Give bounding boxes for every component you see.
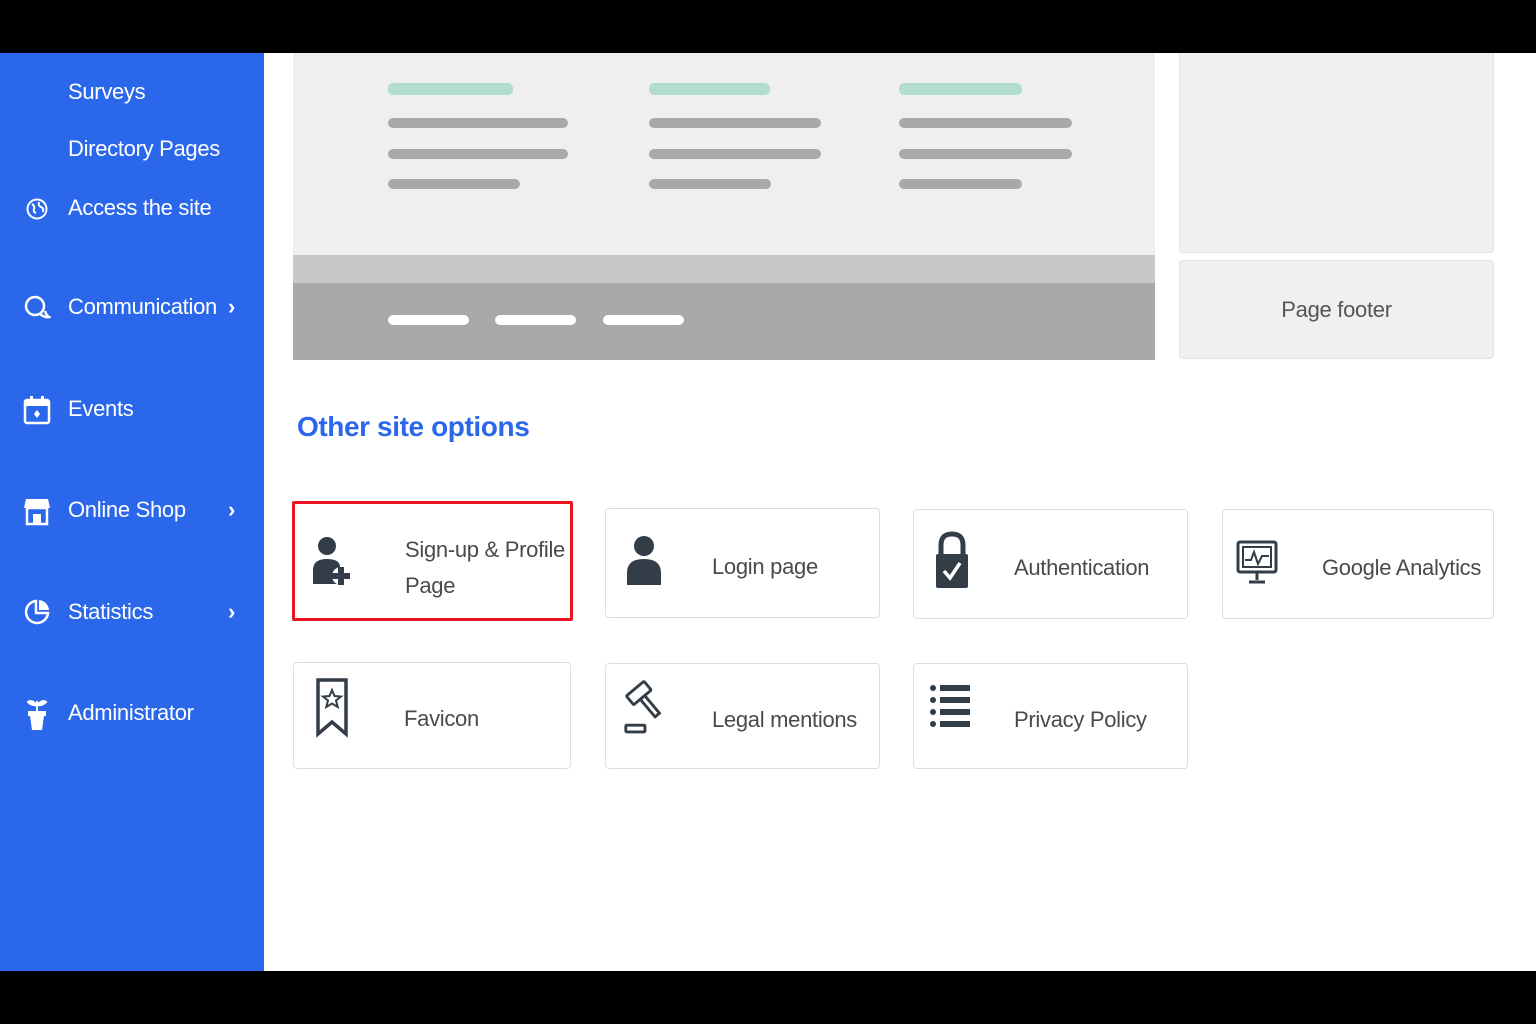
sidebar-item-statistics[interactable]: Statistics ›	[0, 590, 264, 634]
sidebar-item-events[interactable]: Events	[0, 387, 264, 431]
option-label: Login page	[712, 554, 818, 579]
preview-footer-link	[388, 315, 469, 325]
preview-placeholder	[899, 83, 1022, 95]
chevron-right-icon: ›	[228, 497, 236, 522]
option-label: Google Analytics	[1322, 555, 1482, 580]
option-authentication[interactable]: Authentication	[913, 509, 1188, 619]
monitor-chart-icon	[1235, 532, 1279, 592]
preview-placeholder	[649, 149, 821, 159]
option-google-analytics[interactable]: Google Analytics	[1222, 509, 1494, 619]
sidebar-subitem-directory-pages[interactable]: Directory Pages	[68, 136, 220, 162]
user-plus-icon	[309, 530, 353, 590]
sidebar-item-label: Events	[68, 396, 134, 421]
preview-placeholder	[388, 149, 568, 159]
option-label: Favicon	[404, 706, 479, 731]
preview-placeholder	[899, 149, 1072, 159]
padlock-check-icon	[930, 530, 974, 590]
sidebar-item-label: Online Shop	[68, 497, 186, 522]
shop-icon	[22, 496, 52, 526]
sidebar-item-label: Communication	[68, 294, 217, 319]
preview-footer-link	[603, 315, 684, 325]
template-preview[interactable]	[293, 53, 1155, 360]
sidebar-item-label: Administrator	[68, 700, 194, 725]
globe-icon	[22, 194, 52, 224]
preview-side-panel[interactable]	[1179, 53, 1494, 253]
preview-placeholder	[649, 179, 771, 189]
option-label: Privacy Policy	[1014, 707, 1147, 732]
option-label: Legal mentions	[712, 707, 858, 732]
option-signup-profile[interactable]: Sign-up & Profile Page	[292, 501, 573, 621]
sidebar: Surveys Directory Pages Access the site …	[0, 53, 264, 971]
sidebar-item-label: Statistics	[68, 599, 154, 624]
option-favicon[interactable]: Favicon	[293, 662, 571, 769]
preview-placeholder	[649, 118, 821, 128]
chevron-right-icon: ›	[228, 599, 236, 624]
app-window: Surveys Directory Pages Access the site …	[0, 53, 1536, 971]
preview-placeholder	[388, 179, 520, 189]
sidebar-item-communication[interactable]: Communication ›	[0, 285, 264, 329]
plant-icon	[22, 699, 52, 730]
option-privacy-policy[interactable]: Privacy Policy	[913, 663, 1188, 769]
page-footer-label: Page footer	[1281, 296, 1392, 322]
sidebar-subitem-surveys[interactable]: Surveys	[68, 79, 146, 105]
section-title: Other site options	[297, 411, 530, 442]
sidebar-item-administrator[interactable]: Administrator	[0, 691, 264, 735]
option-label: Authentication	[1014, 555, 1150, 580]
sidebar-item-online-shop[interactable]: Online Shop ›	[0, 488, 264, 532]
preview-placeholder	[388, 118, 568, 128]
preview-footer-link	[495, 315, 576, 325]
user-icon	[622, 529, 666, 589]
sidebar-item-label: Access the site	[68, 195, 212, 220]
page-footer-button[interactable]: Page footer	[1179, 260, 1494, 359]
chevron-right-icon: ›	[228, 294, 236, 319]
option-legal-mentions[interactable]: Legal mentions	[605, 663, 880, 769]
letterbox-bottom	[0, 971, 1536, 1024]
chat-icon	[22, 293, 52, 323]
preview-divider	[293, 255, 1155, 283]
preview-placeholder	[388, 83, 513, 95]
gavel-icon	[622, 678, 666, 738]
pie-chart-icon	[22, 598, 52, 628]
option-login-page[interactable]: Login page	[605, 508, 880, 618]
option-label: Sign-up & Profile Page	[405, 537, 565, 598]
preview-placeholder	[899, 118, 1072, 128]
sidebar-item-access-site[interactable]: Access the site	[0, 186, 264, 230]
preview-placeholder	[899, 179, 1022, 189]
preview-footer	[293, 283, 1155, 360]
bookmark-star-icon	[310, 677, 354, 738]
list-icon	[928, 678, 972, 738]
preview-placeholder	[649, 83, 770, 95]
calendar-icon	[22, 395, 52, 425]
letterbox-top	[0, 0, 1536, 53]
